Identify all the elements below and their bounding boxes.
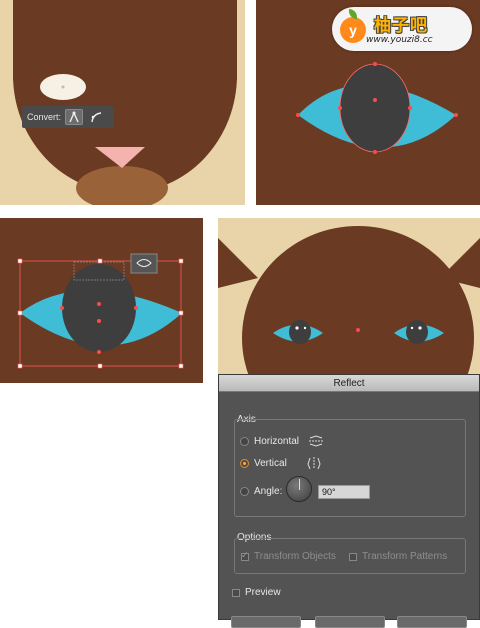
step-panel-face-result	[218, 218, 480, 378]
vertical-reflect-icon	[307, 457, 321, 469]
bbox-handle[interactable]	[178, 258, 184, 264]
step-panel-nose: Convert:	[0, 0, 245, 205]
ok-button[interactable]	[397, 616, 467, 628]
bbox-handle[interactable]	[178, 363, 184, 369]
corner-anchor-icon	[69, 111, 79, 123]
right-eye-highlight	[418, 326, 422, 330]
center-point	[373, 98, 377, 102]
checkbox[interactable]	[349, 552, 357, 561]
radio-angle[interactable]: Angle:	[240, 486, 282, 497]
smooth-anchor-icon	[91, 112, 102, 123]
center-point	[356, 328, 360, 332]
convert-anchor-toolbar: Convert:	[22, 106, 114, 128]
anchor-point[interactable]	[296, 113, 300, 117]
face-illustration	[13, 0, 237, 205]
watermark-url: www.youzi8.cc	[366, 35, 433, 45]
left-ear	[218, 238, 258, 288]
angle-label: Angle:	[254, 486, 283, 497]
radio-horizontal[interactable]: Horizontal	[240, 435, 324, 447]
anchor-point[interactable]	[373, 150, 377, 154]
radio-horizontal-label: Horizontal	[254, 435, 300, 447]
reflect-tool-cursor	[130, 253, 158, 274]
checkbox[interactable]	[232, 588, 240, 597]
anchor-point[interactable]	[338, 106, 342, 110]
left-eye-highlight	[295, 326, 299, 330]
angle-input[interactable]: 90°	[318, 485, 370, 499]
center-point	[97, 302, 101, 306]
anchor-point[interactable]	[60, 306, 64, 310]
radio-button-selected[interactable]	[240, 458, 249, 468]
head-top	[13, 0, 237, 80]
left-eye-highlight	[303, 326, 307, 330]
site-watermark: y 柚子吧 www.youzi8.cc	[332, 7, 472, 51]
bbox-handle[interactable]	[17, 258, 23, 264]
anchor-point[interactable]	[373, 62, 377, 66]
head-shape	[242, 226, 474, 378]
anchor-point[interactable]	[97, 350, 101, 354]
preview-label: Preview	[245, 587, 281, 598]
eye-selection-illustration	[17, 253, 184, 369]
radio-vertical-label: Vertical	[254, 457, 287, 469]
bbox-handle[interactable]	[97, 363, 103, 369]
anchor-point[interactable]	[97, 319, 101, 323]
right-pupil	[406, 320, 428, 344]
radio-button[interactable]	[240, 487, 249, 496]
angle-dial[interactable]	[286, 476, 312, 502]
horizontal-reflect-icon	[309, 435, 324, 447]
step-panel-eye-reflect	[0, 218, 203, 383]
right-eye-highlight	[410, 326, 414, 330]
transform-patterns-checkbox[interactable]: Transform Patterns	[349, 551, 447, 562]
dialog-title: Reflect	[219, 375, 479, 392]
ellipse-center-point	[61, 85, 65, 89]
anchor-point[interactable]	[408, 106, 412, 110]
watermark-title: 柚子吧	[374, 16, 428, 36]
orange-logo-icon: y	[340, 17, 366, 43]
transform-patterns-label: Transform Patterns	[362, 551, 448, 562]
radio-button[interactable]	[240, 436, 249, 446]
copy-button[interactable]	[231, 616, 301, 628]
convert-label: Convert:	[27, 112, 62, 122]
reflect-dialog: Reflect Axis Horizontal Vertical Angle: …	[218, 374, 480, 628]
preview-checkbox[interactable]: Preview	[232, 587, 281, 598]
transform-objects-checkbox[interactable]: Transform Objects	[241, 550, 336, 562]
left-pupil	[289, 320, 311, 344]
convert-corner-button[interactable]	[65, 109, 84, 125]
transform-objects-label: Transform Objects	[254, 551, 336, 562]
face-result-illustration	[218, 226, 480, 378]
bbox-handle[interactable]	[17, 363, 23, 369]
radio-vertical[interactable]: Vertical	[240, 457, 321, 469]
anchor-point[interactable]	[454, 113, 458, 117]
cancel-button[interactable]	[315, 616, 385, 628]
pupil-shape	[62, 264, 136, 352]
bbox-handle[interactable]	[17, 310, 23, 316]
bbox-handle[interactable]	[178, 310, 184, 316]
convert-smooth-button[interactable]	[87, 109, 105, 125]
checkbox[interactable]	[241, 550, 249, 561]
bbox-handle[interactable]	[97, 258, 103, 264]
anchor-point[interactable]	[134, 306, 138, 310]
